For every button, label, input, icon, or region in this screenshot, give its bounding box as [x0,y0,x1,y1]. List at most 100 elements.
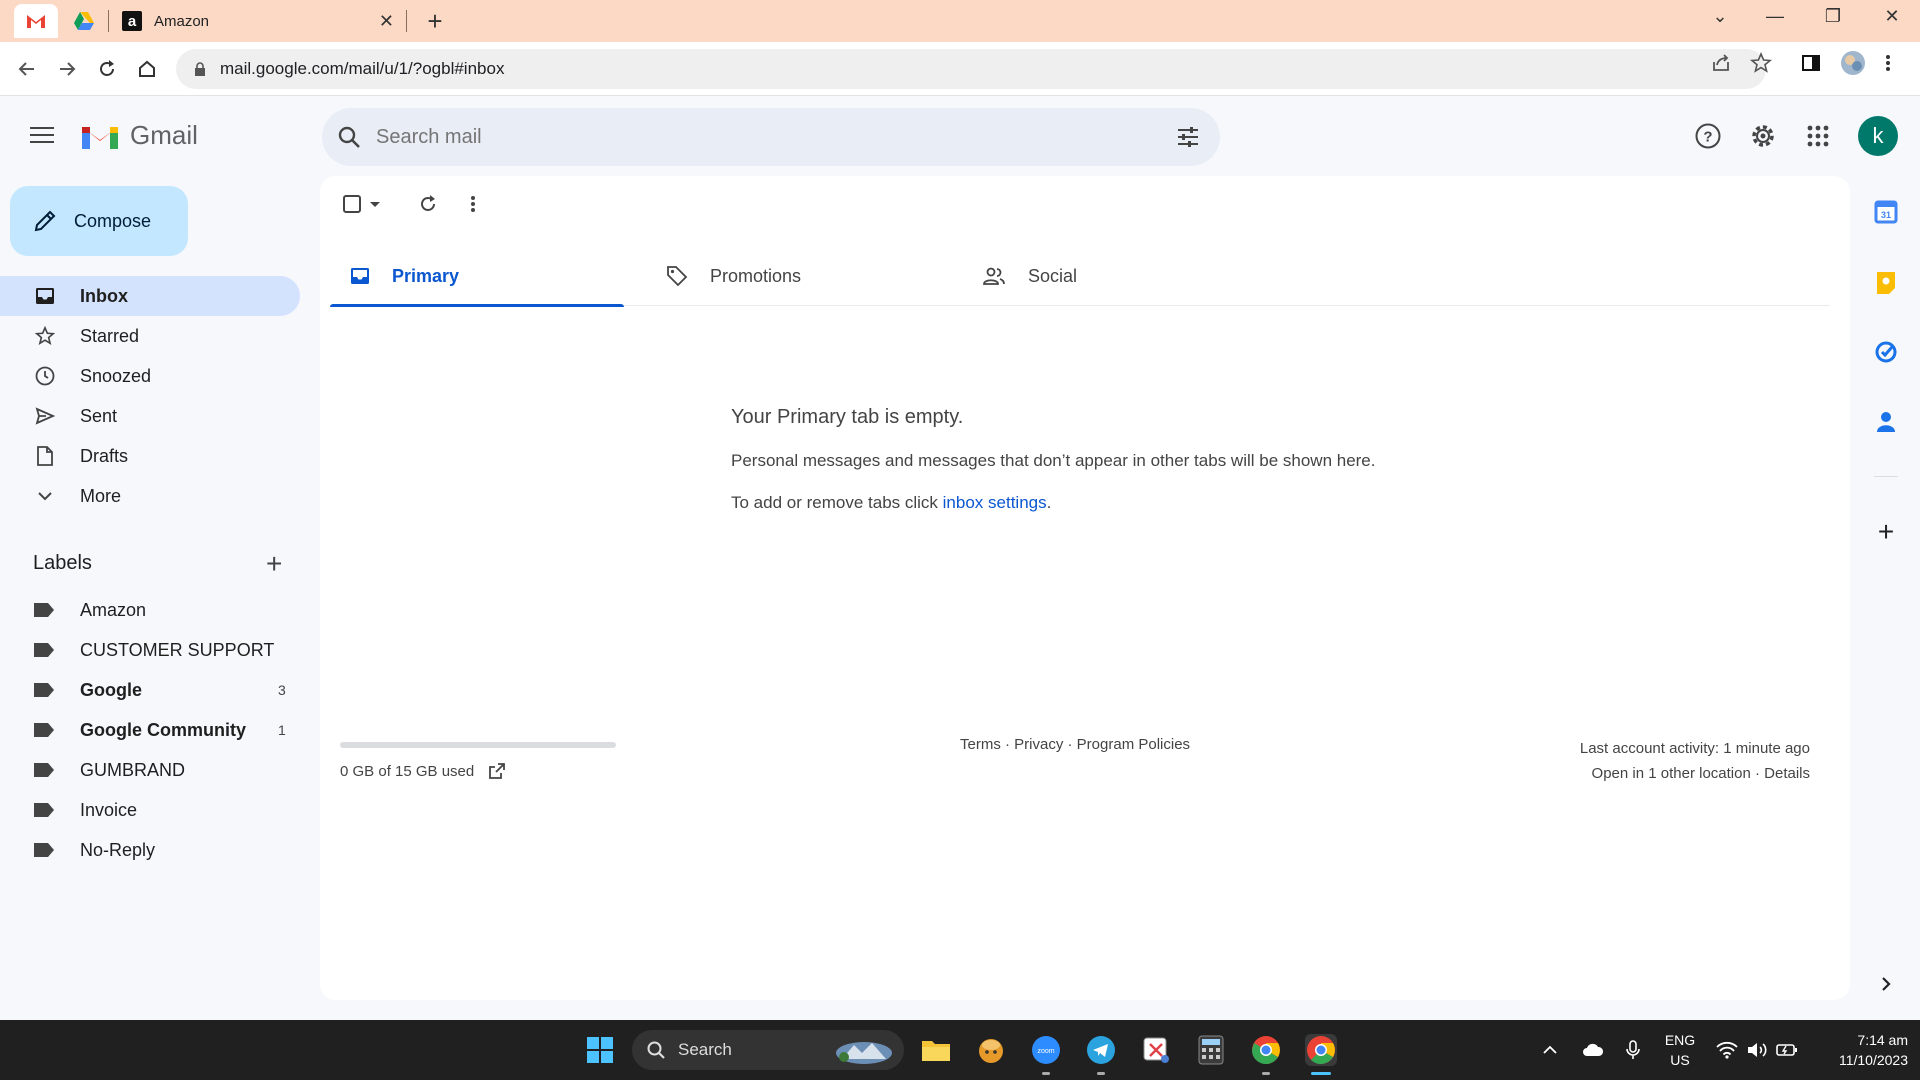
chrome-active-icon[interactable] [1305,1034,1337,1066]
gmail-favicon-icon [27,15,45,28]
label-tag-icon [34,683,54,697]
chevron-right-icon[interactable] [1872,970,1900,998]
label-item-google-community[interactable]: Google Community 1 [0,710,300,750]
label-item-google[interactable]: Google 3 [0,670,300,710]
tab-primary[interactable]: Primary [330,246,624,307]
settings-gear-icon[interactable] [1747,120,1779,152]
open-in-new-icon[interactable] [488,762,506,780]
arrow-left-icon [18,62,34,76]
forward-button[interactable] [52,54,82,84]
tab-amazon[interactable]: a Amazon ✕ [108,4,408,38]
clock[interactable]: 7:14 am 11/10/2023 [1808,1030,1908,1070]
label-item-no-reply[interactable]: No-Reply [0,830,300,870]
refresh-button[interactable] [418,194,438,214]
sidebar-item-more[interactable]: More [0,476,300,516]
activity-line-1: Last account activity: 1 minute ago [1579,740,1810,757]
tab-drive-pinned[interactable] [62,4,106,38]
running-indicator [1097,1072,1105,1075]
gmail-logo[interactable]: Gmail [80,120,198,151]
reload-button[interactable] [92,54,122,84]
storage-bar [340,742,616,748]
microphone-icon[interactable] [1626,1020,1640,1080]
zoom-icon[interactable]: zoom [1030,1034,1062,1066]
create-label-button[interactable]: + [266,548,282,580]
show-hidden-icons-icon[interactable] [1542,1020,1558,1080]
home-button[interactable] [132,54,162,84]
address-bar[interactable]: mail.google.com/mail/u/1/?ogbl#inbox [176,49,1766,89]
new-tab-button[interactable]: + [420,6,450,37]
unread-count: 3 [278,682,286,698]
sidebar-item-snoozed[interactable]: Snoozed [0,356,300,396]
get-addons-icon[interactable]: + [1872,516,1900,547]
input-language[interactable]: ENG US [1660,1030,1700,1070]
windows-taskbar: Search zoom ENG US 7:14 am 11/10/2023 [0,1020,1920,1080]
taskbar-search[interactable]: Search [632,1030,904,1070]
chrome-icon[interactable] [1250,1034,1282,1066]
calendar-icon[interactable]: 31 [1872,198,1900,226]
calculator-icon[interactable] [1195,1034,1227,1066]
google-apps-icon[interactable] [1802,120,1834,152]
svg-text:31: 31 [1881,210,1891,220]
label-item-amazon[interactable]: Amazon [0,590,300,630]
app-icon-orange[interactable] [975,1034,1007,1066]
label-item-customer-support[interactable]: CUSTOMER SUPPORT [0,630,300,670]
sidebar-item-inbox[interactable]: Inbox [0,276,300,316]
inbox-settings-link[interactable]: inbox settings [943,493,1047,512]
sidebar-item-sent[interactable]: Sent [0,396,300,436]
people-icon [983,267,1005,285]
battery-icon[interactable] [1776,1020,1798,1080]
footer-links[interactable]: Terms · Privacy · Program Policies [960,736,1190,753]
side-panel-icon[interactable] [1800,52,1822,79]
back-button[interactable] [12,54,42,84]
caret-down-icon[interactable] [368,199,382,209]
tasks-icon[interactable] [1872,338,1900,366]
tab-promotions[interactable]: Promotions [646,246,940,306]
minimize-button[interactable]: — [1755,6,1795,27]
onedrive-cloud-icon[interactable] [1582,1020,1604,1080]
select-all-checkbox[interactable] [342,194,382,214]
search-options-icon[interactable] [1176,125,1200,149]
share-icon[interactable] [1710,52,1732,79]
wifi-icon[interactable] [1716,1020,1738,1080]
label-name: Google [80,679,142,700]
empty-hint-suffix: . [1046,493,1052,512]
close-window-button[interactable]: ✕ [1872,6,1912,27]
account-avatar[interactable]: k [1858,116,1898,156]
sidebar-item-label: Drafts [80,445,129,466]
empty-hint-prefix: To add or remove tabs click [731,493,943,512]
start-windows-icon[interactable] [584,1034,616,1066]
tab-label: Social [1028,265,1078,286]
contacts-icon[interactable] [1872,408,1900,436]
main-menu-button[interactable] [30,120,60,150]
profile-icon[interactable] [1840,50,1866,81]
compose-button[interactable]: Compose [10,186,188,256]
support-icon[interactable]: ? [1692,120,1724,152]
bookmark-star-icon[interactable] [1749,51,1773,79]
telegram-icon[interactable] [1085,1034,1117,1066]
volume-icon[interactable] [1746,1020,1768,1080]
tab-title: Amazon [154,12,210,30]
close-tab-icon[interactable]: ✕ [379,11,394,32]
search-bar[interactable] [322,108,1220,166]
snipping-tool-icon[interactable] [1140,1034,1172,1066]
label-tag-icon [34,723,54,737]
browser-tab-strip: a Amazon ✕ + ⌄ — ❐ ✕ [0,0,1920,42]
sidebar-item-starred[interactable]: Starred [0,316,300,356]
tab-social[interactable]: Social [962,246,1256,306]
sidebar-item-label: Snoozed [80,365,152,386]
activity-line-2[interactable]: Open in 1 other location · Details [1580,761,1810,786]
tab-label: Primary [392,265,460,286]
file-explorer-icon[interactable] [920,1034,952,1066]
label-item-gumbrand[interactable]: GUMBRAND [0,750,300,790]
tab-search-icon[interactable]: ⌄ [1700,6,1740,27]
sidebar-item-drafts[interactable]: Drafts [0,436,300,476]
search-icon[interactable] [336,124,362,150]
checkbox-icon [343,195,361,213]
keep-icon[interactable] [1872,268,1900,296]
chrome-menu-icon[interactable] [1884,52,1892,79]
label-item-invoice[interactable]: Invoice [0,790,300,830]
more-actions-button[interactable] [470,194,476,214]
restore-button[interactable]: ❐ [1813,6,1853,27]
search-input[interactable] [376,125,1076,149]
tab-gmail-pinned[interactable] [14,4,58,38]
